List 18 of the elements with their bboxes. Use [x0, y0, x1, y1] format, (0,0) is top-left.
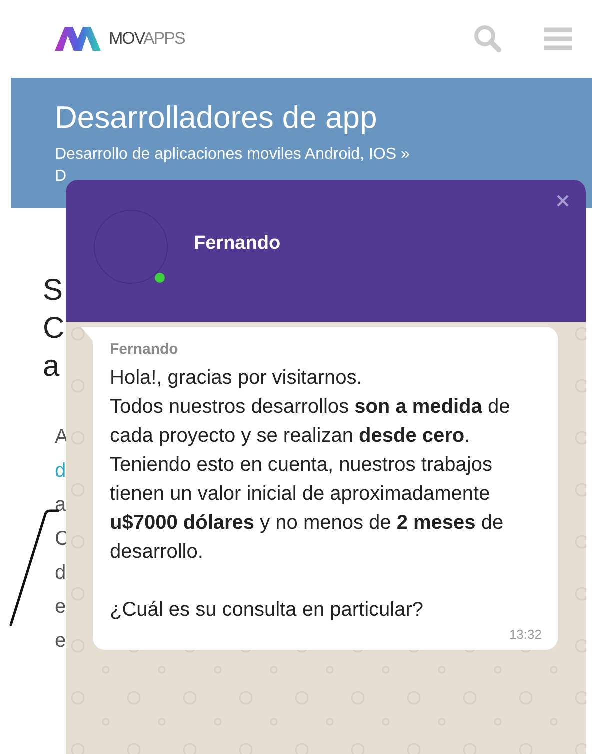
breadcrumb-link[interactable]: Desarrollo de aplicaciones moviles Android, IOS »: [55, 146, 410, 163]
search-icon[interactable]: [474, 25, 502, 53]
message-time: 13:32: [509, 627, 542, 642]
page-title: Desarrolladores de app: [55, 100, 378, 136]
article-link[interactable]: d: [55, 460, 66, 482]
article-text: a: [55, 494, 66, 516]
contact-name: Fernando: [194, 233, 281, 255]
sender-name: Fernando: [110, 341, 180, 358]
article-heading: S: [43, 274, 64, 307]
article-heading: a: [43, 350, 60, 383]
logo[interactable]: MOVAPPS: [55, 27, 185, 51]
breadcrumb-link[interactable]: D: [55, 168, 67, 185]
article-heading: C: [43, 312, 65, 345]
menu-icon[interactable]: [544, 27, 572, 51]
article-text: e: [55, 596, 66, 618]
article-text: d: [55, 562, 66, 584]
message-text: Hola!, gracias por visitarnos. Todos nuestros desarrollos son a medida de cada proyecto y se realizan desde cero. Teniendo esto en cuenta, nuestros trabajos tienen un valor inicial de aproximadamente u$7000 dólares y no menos de 2 meses de desarrollo. ¿Cuál es su consulta en particular?: [110, 366, 512, 623]
article-text: e: [55, 630, 66, 652]
